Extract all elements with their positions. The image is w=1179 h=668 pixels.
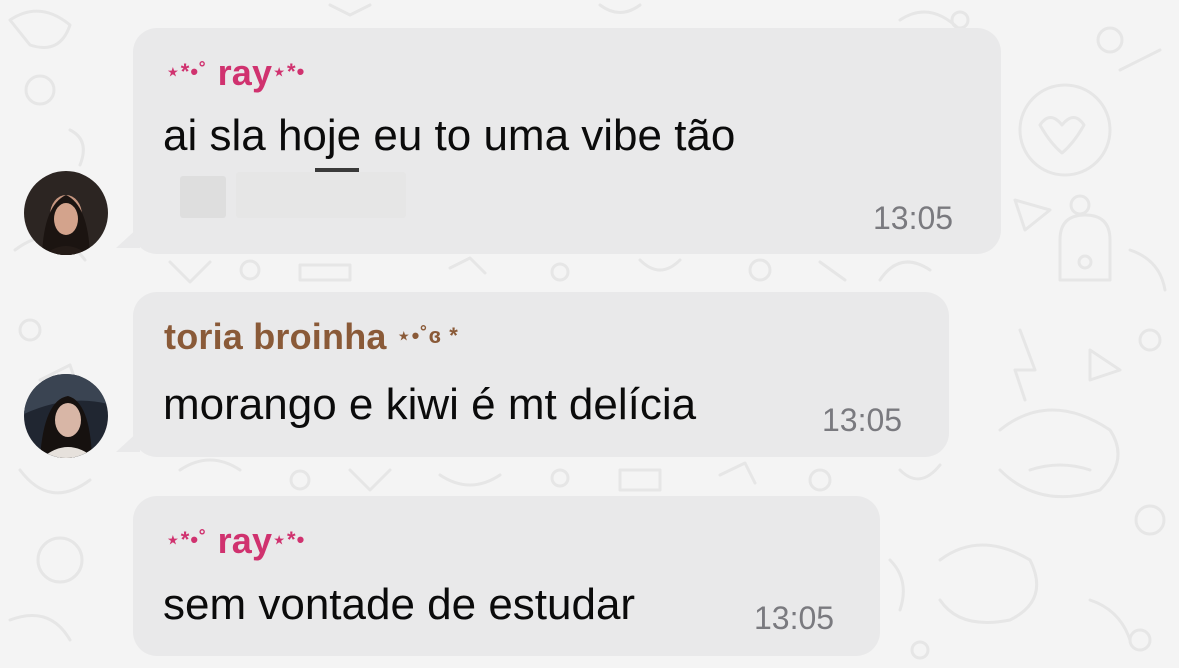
sender-name[interactable]: ⋆*•˚ ray⋆*• bbox=[166, 520, 305, 562]
sender-name-text: ray bbox=[217, 52, 273, 93]
message-text: sem vontade de estudar bbox=[163, 580, 636, 629]
sender-prefix-decoration: ⋆*•˚ bbox=[166, 59, 208, 84]
message-text: ai sla hoje eu to uma vibe tão bbox=[163, 111, 736, 160]
blurred-content bbox=[180, 176, 226, 218]
sender-suffix-decoration: ⋆*• bbox=[272, 59, 306, 84]
sender-avatar[interactable] bbox=[24, 374, 108, 458]
profile-photo-icon bbox=[24, 171, 108, 255]
sender-prefix-decoration: ⋆*•˚ bbox=[166, 527, 208, 552]
sender-suffix-decoration: ⋆•˚ɞ * bbox=[396, 323, 459, 348]
sender-name[interactable]: ⋆*•˚ ray⋆*• bbox=[166, 52, 305, 94]
message-timestamp: 13:05 bbox=[754, 600, 835, 636]
profile-photo-icon bbox=[24, 374, 108, 458]
blurred-content bbox=[236, 172, 406, 218]
sender-name-text: ray bbox=[217, 520, 273, 561]
sender-avatar[interactable] bbox=[24, 171, 108, 255]
sender-name[interactable]: toria broinha ⋆•˚ɞ * bbox=[164, 316, 459, 358]
sender-name-text: toria broinha bbox=[164, 316, 387, 357]
message-text: morango e kiwi é mt delícia bbox=[163, 380, 697, 429]
message-timestamp: 13:05 bbox=[873, 200, 954, 236]
sender-suffix-decoration: ⋆*• bbox=[272, 527, 306, 552]
message-timestamp: 13:05 bbox=[822, 402, 903, 438]
